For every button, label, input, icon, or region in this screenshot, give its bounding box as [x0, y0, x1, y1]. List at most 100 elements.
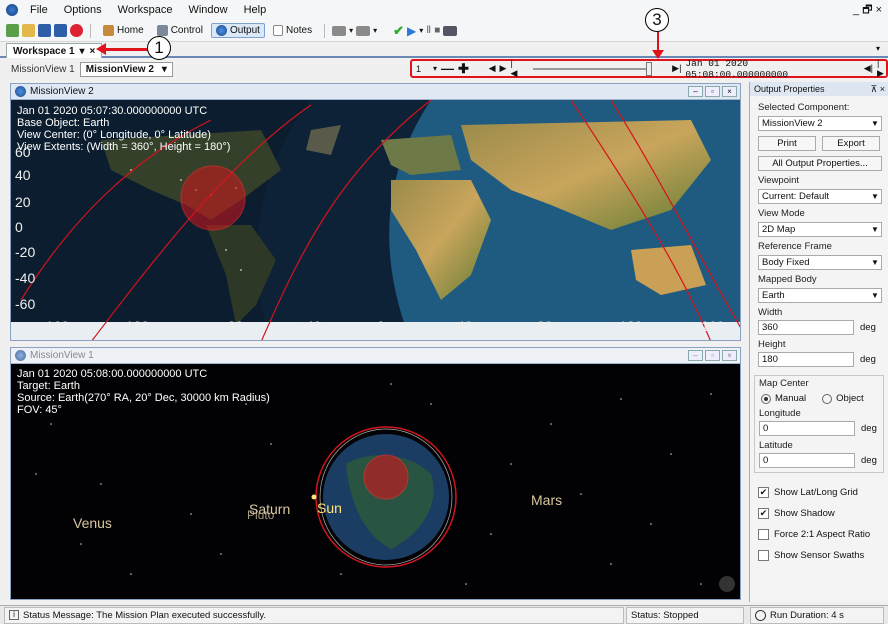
all-output-properties-button[interactable]: All Output Properties... [758, 156, 882, 171]
selected-component-select[interactable]: MissionView 2 ▼ [758, 116, 882, 131]
view2-base-object: Base Object: Earth [17, 117, 110, 129]
width-input[interactable]: 360 [758, 320, 854, 335]
step-size[interactable]: 1 [416, 64, 421, 74]
restore-icon[interactable]: ▫ [705, 350, 720, 361]
compass-icon[interactable] [719, 576, 735, 592]
main-toolbar: Home Control Output Notes ▾ ▾ ✔ ▶ ▾ Ⅱ ■ [0, 20, 888, 42]
time-slider-thumb[interactable] [646, 61, 653, 76]
lat-label: -60 [15, 296, 36, 312]
skip-start-icon[interactable]: |◀ [510, 58, 519, 79]
width-unit: deg [860, 322, 876, 333]
view-mode-select[interactable]: 2D Map ▼ [758, 222, 882, 237]
force-aspect-row[interactable]: Force 2:1 Aspect Ratio [750, 525, 888, 543]
menu-options[interactable]: Options [56, 4, 110, 16]
skip-end-icon[interactable]: ▶| [672, 63, 681, 74]
mapped-body-select[interactable]: Earth ▼ [758, 288, 882, 303]
time-control-bar: 1 ▾ — ✚ ◀ ▶ |◀ ▶| Jan 01 2020 05:08:00.0… [410, 57, 888, 80]
minimize-icon[interactable]: – [688, 350, 703, 361]
checkbox-checked-icon[interactable]: ✔ [758, 507, 769, 519]
dropdown-arrow-icon[interactable]: ▾ [419, 26, 423, 35]
properties-header: Output Properties ⊼ × [750, 82, 888, 96]
show-shadow-row[interactable]: ✔ Show Shadow [750, 504, 888, 522]
menu-workspace[interactable]: Workspace [110, 4, 181, 16]
globe-icon [15, 350, 26, 361]
radio-manual[interactable] [761, 393, 771, 404]
export-button[interactable]: Export [822, 136, 880, 151]
lon-label: -160 [41, 318, 70, 334]
close-icon[interactable]: × [90, 46, 96, 57]
restore-icon[interactable]: ▫ [705, 86, 720, 97]
show-swaths-row[interactable]: Show Sensor Swaths [750, 546, 888, 564]
viewpoint-label: Viewpoint [758, 175, 800, 186]
play-icon[interactable]: ▶ [500, 63, 507, 74]
reference-frame-select[interactable]: Body Fixed ▼ [758, 255, 882, 270]
sensor-footprint [363, 454, 409, 500]
current-time: Jan 01 2020 05:08:00.000000000 [685, 57, 789, 80]
stop-icon[interactable] [70, 24, 83, 37]
view-mode-label: View Mode [758, 208, 805, 219]
toolbar-overflow-icon[interactable]: ▾ [876, 44, 880, 53]
output-button[interactable]: Output [210, 23, 265, 38]
latitude-input[interactable]: 0 [759, 453, 855, 468]
menu-file[interactable]: File [22, 4, 56, 16]
check-icon[interactable]: ✔ [393, 23, 404, 39]
workspace-tab[interactable]: Workspace 1 ▾ × [6, 43, 103, 58]
close-icon[interactable]: × [722, 86, 737, 97]
close-icon[interactable]: × [722, 350, 737, 361]
open-folder-icon[interactable] [22, 24, 35, 37]
longitude-input[interactable]: 0 [759, 421, 855, 436]
pause-icon[interactable]: Ⅱ [426, 25, 431, 36]
pin-close-icon[interactable]: ⊼ × [871, 84, 888, 95]
show-grid-row[interactable]: ✔ Show Lat/Long Grid [750, 483, 888, 501]
window-controls[interactable]: _ 🗗 × [853, 1, 888, 20]
menu-window[interactable]: Window [180, 4, 235, 16]
lat-label: 40 [15, 167, 31, 183]
lat-label: -40 [15, 270, 36, 286]
print-button[interactable]: Print [758, 136, 816, 151]
step-forward-fast-icon[interactable]: |▶ [877, 58, 886, 79]
radio-object[interactable] [822, 393, 833, 404]
status-state: Status: Stopped [631, 609, 699, 621]
save-icon[interactable] [38, 24, 51, 37]
missionview-select[interactable]: MissionView 2 ▾ [79, 61, 173, 77]
stop-square-icon[interactable]: ■ [434, 25, 440, 36]
lon-label: -120 [121, 318, 150, 334]
lat-label: 60 [15, 144, 31, 160]
notes-button[interactable]: Notes [268, 23, 317, 38]
checkbox-unchecked-icon[interactable] [758, 549, 769, 561]
run-icon[interactable]: ▶ [407, 24, 416, 38]
mission-view-tabs: MissionView 1 MissionView 2 ▾ [0, 60, 420, 78]
viewpoint-select[interactable]: Current: Default ▼ [758, 189, 882, 204]
menu-help[interactable]: Help [236, 4, 275, 16]
chevron-down-icon: ▾ [161, 63, 167, 75]
status-message: Status Message: The Mission Plan execute… [23, 609, 267, 621]
time-slider[interactable] [533, 61, 653, 76]
toolbar-divider [324, 23, 326, 38]
home-button[interactable]: Home [98, 23, 149, 38]
step-back-icon[interactable]: ◀ [489, 63, 496, 74]
minus-icon[interactable]: — [441, 61, 454, 76]
minimize-icon[interactable]: – [688, 86, 703, 97]
panel-title: MissionView 1 [30, 350, 94, 361]
dropdown-arrow-icon[interactable]: ▾ [373, 26, 377, 35]
checkbox-checked-icon[interactable]: ✔ [758, 486, 769, 498]
checkbox-unchecked-icon[interactable] [758, 528, 769, 540]
step-back-fast-icon[interactable]: ◀| [864, 63, 873, 74]
mapped-body-label: Mapped Body [758, 274, 817, 285]
chevron-down-icon: ▼ [871, 225, 879, 234]
plus-icon[interactable]: ✚ [458, 61, 469, 77]
chevron-down-icon: ▼ [871, 119, 879, 128]
team-icon[interactable] [443, 25, 458, 36]
tab-missionview-1[interactable]: MissionView 1 [6, 63, 80, 76]
lat-label: -80 [15, 322, 36, 338]
dropdown-arrow-icon[interactable]: ▾ [349, 26, 353, 35]
missionview-2-panel: MissionView 2 – ▫ × Jan 01 2020 05:07:30… [10, 83, 741, 341]
propagate-icon[interactable] [356, 25, 371, 36]
new-icon[interactable] [6, 24, 19, 37]
chevron-down-icon[interactable]: ▾ [80, 46, 85, 57]
save-all-icon[interactable] [54, 24, 67, 37]
step-dropdown-icon[interactable]: ▾ [433, 64, 437, 73]
label-saturn: Saturn [249, 501, 291, 517]
height-input[interactable]: 180 [758, 352, 854, 367]
spacecraft-icon[interactable] [332, 25, 347, 36]
